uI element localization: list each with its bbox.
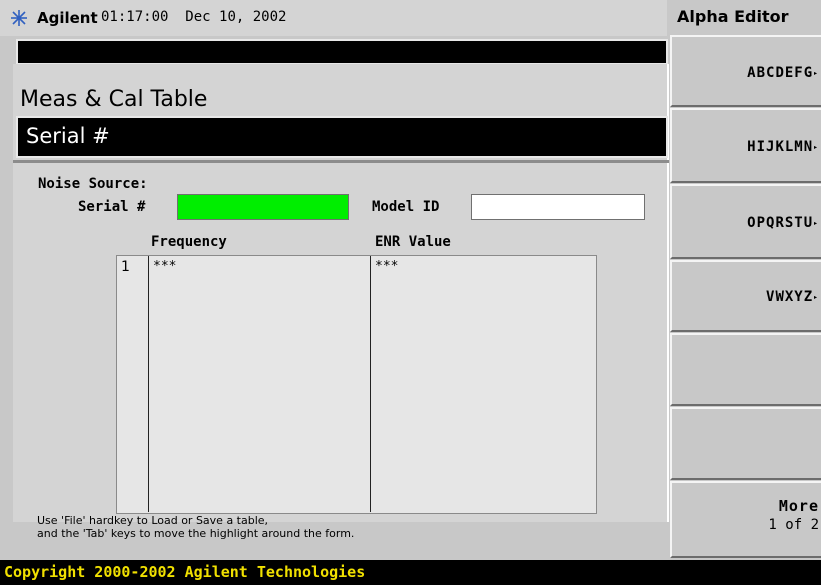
softkey-abcdefg[interactable]: ABCDEFG▸	[670, 35, 821, 107]
column-header-frequency: Frequency	[151, 234, 227, 250]
submenu-arrow-icon: ▸	[813, 68, 819, 78]
softkey-opqrstu[interactable]: OPQRSTU▸	[670, 184, 821, 259]
agilent-logo-icon	[11, 10, 27, 26]
submenu-arrow-icon: ▸	[813, 292, 819, 302]
divider	[13, 160, 669, 163]
softkey-label: VWXYZ▸	[766, 289, 819, 305]
softkey-blank-6[interactable]	[670, 407, 821, 480]
active-function-label: Serial #	[26, 124, 110, 148]
softkey-vwxyz[interactable]: VWXYZ▸	[670, 260, 821, 332]
softkey-hijklmn[interactable]: HIJKLMN▸	[670, 108, 821, 183]
table-cell-enr[interactable]: ***	[375, 259, 398, 274]
softkey-label: OPQRSTU▸	[747, 215, 819, 231]
table-row-index: 1	[121, 259, 130, 275]
copyright-text: Copyright 2000-2002 Agilent Technologies	[4, 563, 366, 581]
help-text: Use 'File' hardkey to Load or Save a tab…	[37, 514, 269, 527]
command-line-bar	[16, 39, 668, 65]
column-header-enr-value: ENR Value	[375, 234, 451, 250]
serial-field[interactable]	[177, 194, 349, 220]
model-id-field[interactable]	[471, 194, 645, 220]
noise-source-label: Noise Source:	[38, 176, 148, 192]
softkey-more[interactable]: More 1 of 2	[670, 481, 821, 558]
softkey-label: ABCDEFG▸	[747, 65, 819, 81]
date-time: 01:17:00 Dec 10, 2002	[101, 9, 286, 25]
table-column-divider	[370, 256, 371, 512]
brand-name: Agilent	[37, 9, 98, 27]
serial-label: Serial #	[78, 199, 146, 215]
help-text: and the 'Tab' keys to move the highlight…	[37, 527, 355, 540]
time: 01:17:00	[101, 9, 169, 25]
table-column-divider	[148, 256, 149, 512]
submenu-arrow-icon: ▸	[813, 142, 819, 152]
table-cell-frequency[interactable]: ***	[153, 259, 176, 274]
model-id-label: Model ID	[372, 199, 440, 215]
submenu-arrow-icon: ▸	[813, 218, 819, 228]
softkey-blank-5[interactable]	[670, 333, 821, 406]
softkey-page-indicator: 1 of 2	[768, 517, 819, 533]
softkey-menu-title: Alpha Editor	[677, 7, 789, 26]
date: Dec 10, 2002	[185, 9, 287, 25]
cal-table[interactable]	[116, 255, 597, 514]
softkey-label: More	[778, 497, 819, 515]
page-title: Meas & Cal Table	[20, 87, 208, 112]
softkey-label: HIJKLMN▸	[747, 139, 819, 155]
active-function-bar	[16, 116, 668, 158]
